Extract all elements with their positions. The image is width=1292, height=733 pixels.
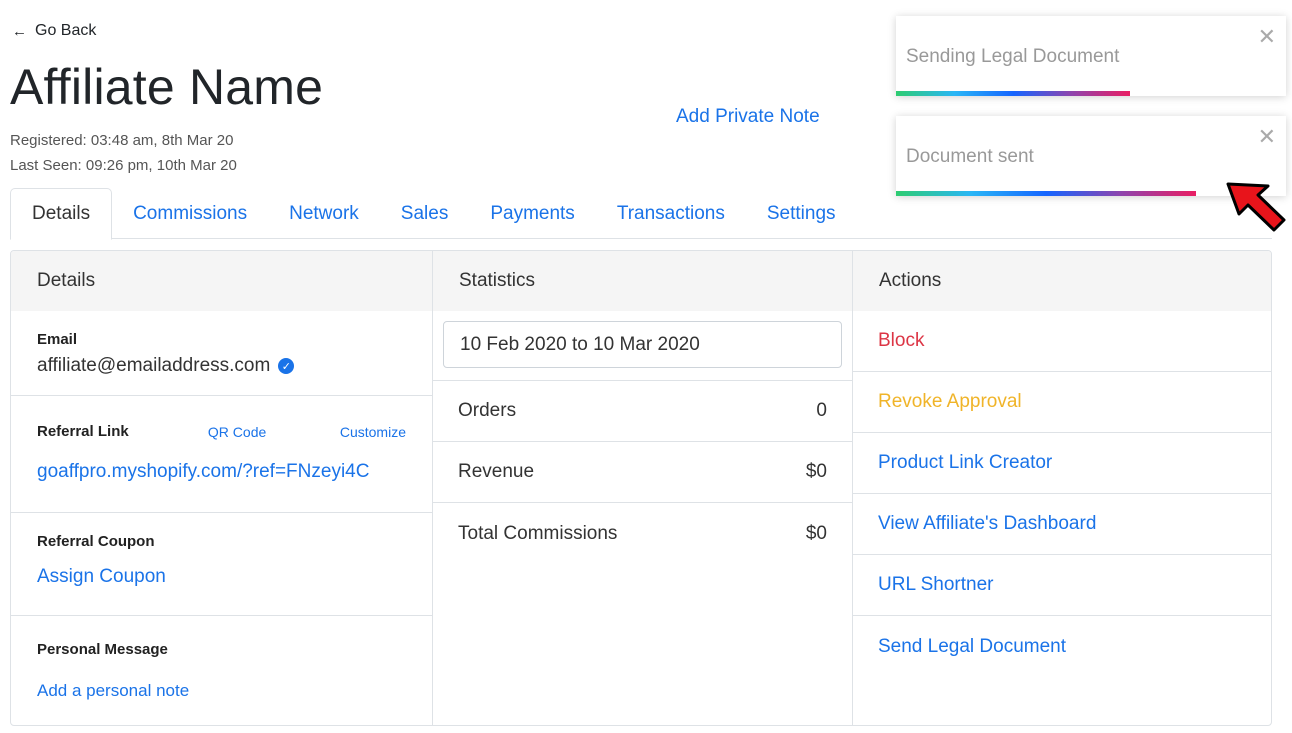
go-back-link[interactable]: ← Go Back	[12, 22, 96, 40]
qr-code-link[interactable]: QR Code	[208, 424, 340, 440]
toast-progress-bar	[896, 91, 1130, 96]
block-action[interactable]: Block	[853, 311, 1271, 372]
stat-row-total-commissions: Total Commissions $0	[433, 503, 852, 564]
email-value: affiliate@emailaddress.com	[37, 355, 271, 376]
left-arrow-icon: ←	[12, 22, 27, 40]
stat-value: $0	[805, 522, 827, 544]
email-label: Email	[37, 331, 78, 348]
statistics-heading: Statistics	[433, 251, 852, 311]
stat-row-orders: Orders 0	[433, 381, 852, 442]
last-seen-date: Last Seen: 09:26 pm, 10th Mar 20	[10, 157, 237, 174]
affiliate-panel: Details Email affiliate@emailaddress.com…	[10, 250, 1272, 726]
tab-sales[interactable]: Sales	[380, 188, 470, 239]
actions-column: Actions Block Revoke Approval Product Li…	[852, 251, 1271, 725]
referral-link-section: Referral Link QR Code Customize goaffpro…	[11, 396, 432, 513]
actions-heading: Actions	[853, 251, 1271, 311]
tab-commissions[interactable]: Commissions	[112, 188, 268, 239]
email-value-row: affiliate@emailaddress.com ✓	[37, 355, 406, 377]
toast-message: Document sent	[906, 146, 1034, 167]
stat-label: Total Commissions	[458, 522, 618, 544]
personal-message-section: Personal Message Add a personal note	[11, 616, 432, 725]
date-range-input[interactable]	[443, 321, 842, 368]
send-legal-document-action[interactable]: Send Legal Document	[853, 616, 1271, 677]
tab-details[interactable]: Details	[10, 188, 113, 240]
stat-label: Revenue	[458, 461, 535, 482]
tab-payments[interactable]: Payments	[469, 188, 595, 239]
red-pointer-arrow-icon	[1226, 182, 1286, 232]
date-range-wrapper	[433, 311, 852, 381]
tab-transactions[interactable]: Transactions	[596, 188, 746, 239]
referral-coupon-label: Referral Coupon	[37, 533, 155, 550]
close-icon[interactable]: ✕	[1258, 26, 1276, 48]
close-icon[interactable]: ✕	[1258, 126, 1276, 148]
add-private-note-link[interactable]: Add Private Note	[676, 106, 820, 128]
tab-settings[interactable]: Settings	[746, 188, 857, 239]
page-title: Affiliate Name	[10, 59, 324, 115]
toast-message: Sending Legal Document	[906, 46, 1120, 67]
add-personal-note-link[interactable]: Add a personal note	[37, 681, 406, 701]
stat-value: 0	[816, 400, 827, 421]
details-heading: Details	[11, 251, 432, 311]
referral-link-label: Referral Link	[37, 423, 129, 440]
view-affiliate-dashboard-action[interactable]: View Affiliate's Dashboard	[853, 494, 1271, 555]
referral-url-link[interactable]: goaffpro.myshopify.com/?ref=FNzeyi4C	[37, 461, 406, 483]
stat-row-revenue: Revenue $0	[433, 442, 852, 503]
statistics-column: Statistics Orders 0 Revenue $0 Total Com…	[432, 251, 852, 725]
customize-link[interactable]: Customize	[340, 424, 406, 440]
product-link-creator-action[interactable]: Product Link Creator	[853, 433, 1271, 494]
assign-coupon-link[interactable]: Assign Coupon	[37, 566, 406, 588]
referral-coupon-section: Referral Coupon Assign Coupon	[11, 513, 432, 616]
stat-label: Orders	[458, 400, 517, 421]
verified-check-icon: ✓	[278, 358, 295, 374]
toast-sending: Sending Legal Document ✕	[896, 16, 1286, 96]
revoke-approval-action[interactable]: Revoke Approval	[853, 372, 1271, 433]
toast-progress-bar	[896, 191, 1197, 196]
go-back-label: Go Back	[35, 22, 97, 39]
stat-value: $0	[805, 461, 827, 482]
personal-message-label: Personal Message	[37, 641, 168, 658]
tab-network[interactable]: Network	[268, 188, 380, 239]
email-section: Email affiliate@emailaddress.com ✓	[11, 311, 432, 396]
details-column: Details Email affiliate@emailaddress.com…	[11, 251, 432, 725]
url-shortner-action[interactable]: URL Shortner	[853, 555, 1271, 616]
referral-link-header: Referral Link QR Code Customize	[37, 423, 406, 440]
registered-date: Registered: 03:48 am, 8th Mar 20	[10, 132, 234, 149]
